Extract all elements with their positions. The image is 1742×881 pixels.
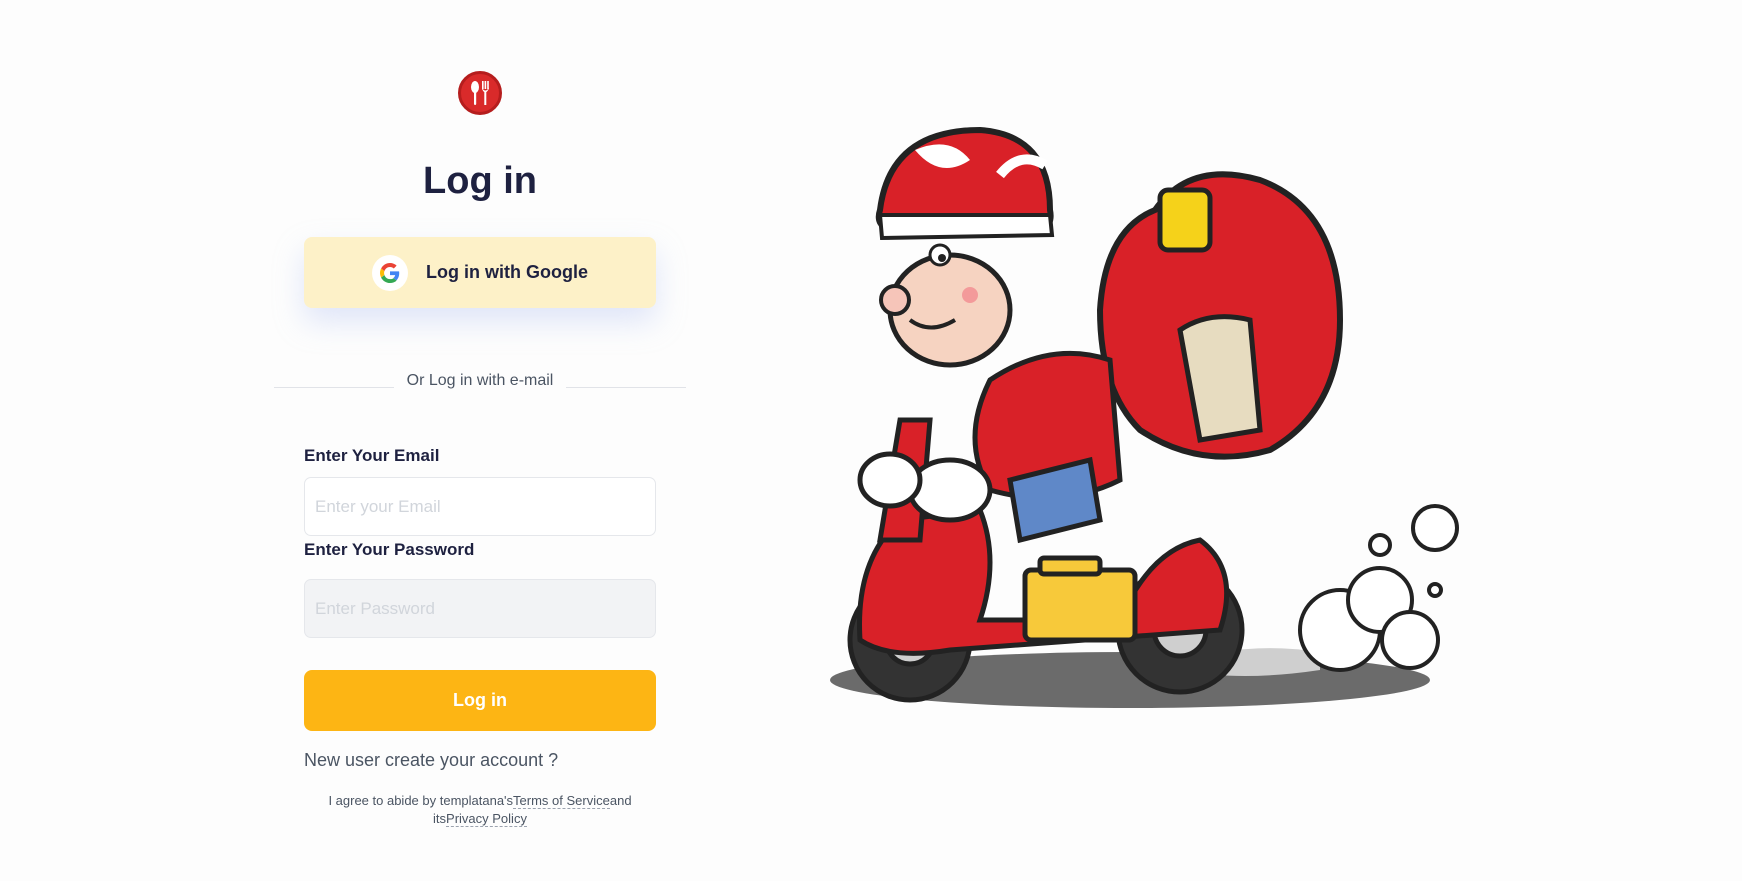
divider-line-right [566,387,686,388]
google-login-label: Log in with Google [426,262,588,282]
login-page: Log in Log in with Google Or Log in with… [0,0,1742,881]
signup-link[interactable]: New user create your account ? [304,750,558,771]
privacy-policy-link[interactable]: Privacy Policy [446,811,527,827]
google-login-button[interactable]: Log in with Google [304,237,656,308]
terms-notice: I agree to abide by templatana'sTerms of… [304,792,656,828]
login-panel: Log in Log in with Google Or Log in with… [0,0,960,881]
terms-prefix: I agree to abide by templatana's [328,793,514,808]
email-divider: Or Log in with e-mail [274,370,686,394]
login-submit-button[interactable]: Log in [304,670,656,731]
email-label: Enter Your Email [304,446,440,465]
password-field[interactable] [304,579,656,638]
password-label: Enter Your Password [304,540,475,559]
page-title: Log in [423,160,537,202]
terms-of-service-link[interactable]: Terms of Service [513,793,610,809]
email-field[interactable] [304,477,656,536]
spoon-fork-icon [458,71,502,115]
delivery-scooter-illustration [830,126,1459,708]
google-icon [372,254,408,291]
